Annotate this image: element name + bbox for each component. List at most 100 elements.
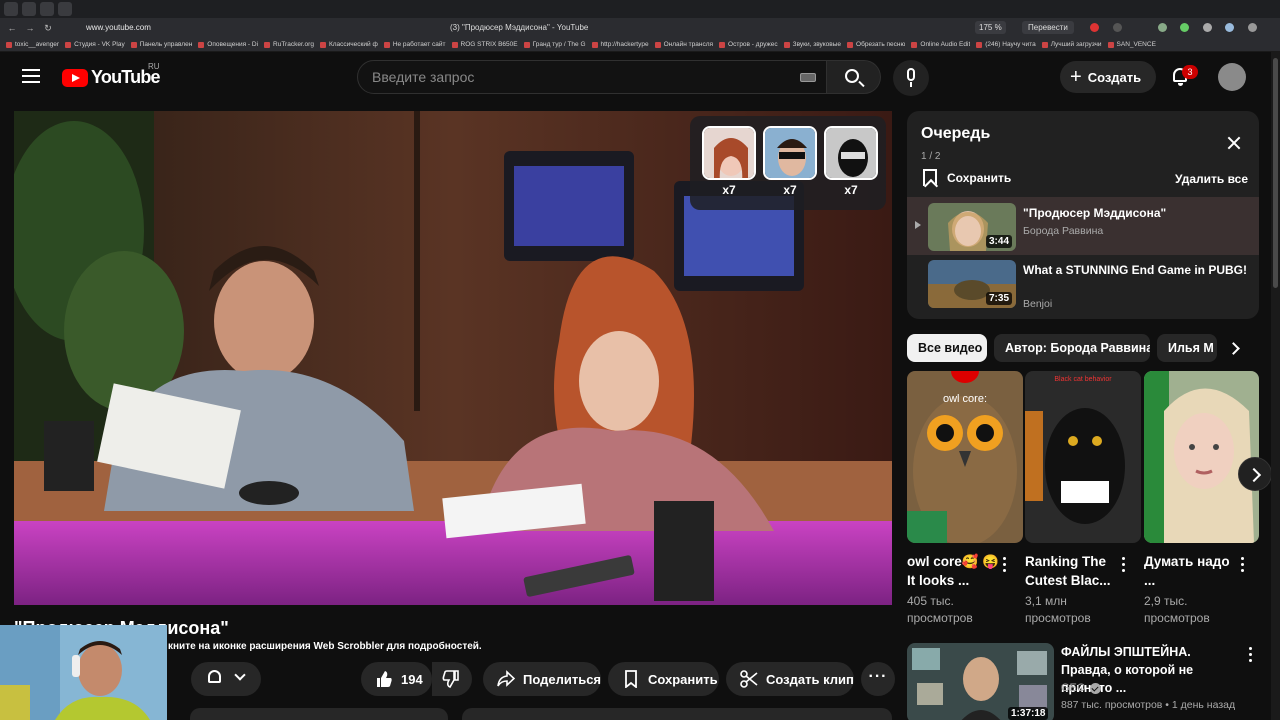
tab-icon[interactable]	[40, 2, 54, 16]
bookmark-item[interactable]: Классический ф	[319, 41, 378, 48]
queue-thumbnail: 7:35	[928, 260, 1016, 308]
menu-icon[interactable]	[22, 69, 40, 83]
search-input[interactable]	[358, 61, 778, 93]
recommended-channel[interactable]: GEO	[1061, 682, 1102, 694]
bookmark-item[interactable]: Online Audio Edit	[911, 41, 970, 48]
bookmark-item[interactable]: Звуки, звуковые	[783, 41, 841, 48]
chevron-down-icon	[234, 669, 246, 681]
clip-button[interactable]: Создать клип	[726, 662, 854, 696]
short-thumbnail[interactable]: Black cat behavior	[1025, 371, 1141, 543]
queue-item[interactable]: 3:44 "Продюсер Мэддисона" Борода Раввина	[907, 197, 1259, 255]
bookmark-item[interactable]: (246) Научу чита	[976, 41, 1036, 48]
bookmark-favicon-icon	[1041, 41, 1048, 48]
page-title-text: (3) "Продюсер Мэддисона" - YouTube	[450, 23, 589, 32]
share-button[interactable]: Поделиться	[483, 662, 601, 696]
more-vert-icon[interactable]	[1003, 557, 1007, 573]
short-thumbnail[interactable]	[1144, 371, 1259, 543]
short-title[interactable]: Ranking The Cutest Blac...	[1025, 552, 1123, 590]
download-icon[interactable]	[1248, 23, 1257, 32]
tab-list-icon[interactable]	[22, 2, 36, 16]
zoom-level[interactable]: 175 %	[975, 21, 1006, 34]
dislike-button[interactable]	[432, 662, 472, 696]
scrollbar-thumb[interactable]	[1273, 58, 1278, 288]
bookmark-item[interactable]: SAN_VENCE	[1107, 41, 1156, 48]
share-label: Поделиться	[523, 671, 602, 687]
avatar[interactable]	[1218, 63, 1246, 91]
more-vert-icon[interactable]	[1122, 557, 1126, 573]
chip-ilya[interactable]: Илья М	[1157, 334, 1217, 362]
thumbs-down-icon	[442, 670, 460, 688]
bookmark-favicon-icon	[264, 41, 271, 48]
queue-item-channel: Benjoi	[1023, 298, 1053, 310]
bookmark-favicon-icon	[911, 41, 918, 48]
bookmark-item[interactable]: Обрезать песню	[847, 41, 905, 48]
bookmark-favicon-icon	[198, 41, 205, 48]
more-vert-icon[interactable]	[1241, 557, 1245, 573]
short-title[interactable]: owl core🥰 😝 It looks ...	[907, 552, 1005, 590]
more-actions-button[interactable]: ···	[861, 662, 895, 696]
back-icon[interactable]: ←	[6, 23, 18, 33]
chip-all-videos[interactable]: Все видео	[907, 334, 987, 362]
queue-remove-all-button[interactable]: Удалить все	[1175, 172, 1248, 186]
extension-icon[interactable]	[1225, 23, 1234, 32]
now-playing-icon	[915, 221, 921, 229]
reaction-count: x7	[844, 183, 858, 197]
bookmark-item[interactable]: ROG STRIX B650E	[451, 41, 518, 48]
search-button[interactable]	[827, 60, 881, 94]
bookmark-item[interactable]: Остров - дружес	[719, 41, 778, 48]
bookmark-item[interactable]: Панель управлен	[130, 41, 192, 48]
description-panel[interactable]	[462, 708, 892, 720]
scissors-icon	[740, 670, 758, 688]
extension-icon[interactable]	[1113, 23, 1122, 32]
reload-icon[interactable]: ↻	[42, 23, 54, 34]
bookmark-item[interactable]: toxic__avenger	[6, 41, 59, 48]
chip-author[interactable]: Автор: Борода Раввина	[994, 334, 1150, 362]
create-button[interactable]: + Создать	[1060, 61, 1156, 93]
chevron-right-icon[interactable]	[1227, 342, 1240, 355]
bookmark-item[interactable]: http://hackertype	[591, 41, 649, 48]
queue-duration: 3:44	[985, 235, 1012, 248]
close-icon[interactable]	[1225, 133, 1245, 153]
short-thumbnail[interactable]: owl core:	[907, 371, 1023, 543]
bookmark-item[interactable]: Гранд тур / The G	[523, 41, 586, 48]
new-tab-icon[interactable]	[58, 2, 72, 16]
forward-icon[interactable]: →	[24, 23, 36, 33]
bookmark-favicon-icon	[847, 41, 854, 48]
save-button[interactable]: Сохранить	[608, 662, 719, 696]
youtube-header: YouTube RU + Создать 3	[0, 52, 1280, 102]
short-title[interactable]: Думать надо ...	[1144, 552, 1242, 590]
search-box	[357, 60, 827, 94]
search-icon	[845, 69, 859, 83]
more-vert-icon[interactable]	[1249, 647, 1253, 663]
extension-icon[interactable]	[1090, 23, 1099, 32]
bookmark-item[interactable]: Не работает сайт	[383, 41, 446, 48]
browser-menu-icon[interactable]	[4, 2, 18, 16]
youtube-logo[interactable]: YouTube RU	[62, 62, 161, 88]
bookmark-label: Классический ф	[328, 41, 378, 48]
translate-button[interactable]: Перевести	[1022, 21, 1074, 34]
page-scrollbar[interactable]	[1271, 52, 1280, 720]
voice-search-button[interactable]	[893, 60, 929, 96]
bookmark-item[interactable]: Онлайн трансля	[654, 41, 713, 48]
bookmark-item[interactable]: RuTracker.org	[264, 41, 314, 48]
queue-item[interactable]: 7:35 What a STUNNING End Game in PUBG! B…	[907, 254, 1259, 312]
subscription-notify-button[interactable]	[191, 662, 261, 696]
like-button[interactable]: 194	[361, 662, 432, 696]
extension-icon[interactable]	[1203, 23, 1212, 32]
bookmark-label: Остров - дружес	[728, 41, 778, 48]
shorts-next-button[interactable]	[1238, 457, 1272, 491]
short-overlay-text: owl core:	[943, 393, 987, 405]
queue-position: 1 / 2	[921, 151, 941, 162]
extension-icon[interactable]	[1180, 23, 1189, 32]
bookmark-label: RuTracker.org	[273, 41, 314, 48]
queue-save-button[interactable]: Сохранить	[923, 169, 1011, 186]
bookmark-item[interactable]: Оповещения - Di	[198, 41, 258, 48]
bookmark-item[interactable]: Студия - VK Play	[65, 41, 125, 48]
bookmark-label: Лучший загрузчи	[1050, 41, 1102, 48]
keyboard-icon[interactable]	[800, 73, 816, 82]
queue-item-channel: Борода Раввина	[1023, 225, 1104, 237]
extension-icon[interactable]	[1158, 23, 1167, 32]
url-field[interactable]: www.youtube.com	[86, 23, 151, 32]
plus-icon: +	[1070, 66, 1082, 88]
bookmark-item[interactable]: Лучший загрузчи	[1041, 41, 1102, 48]
